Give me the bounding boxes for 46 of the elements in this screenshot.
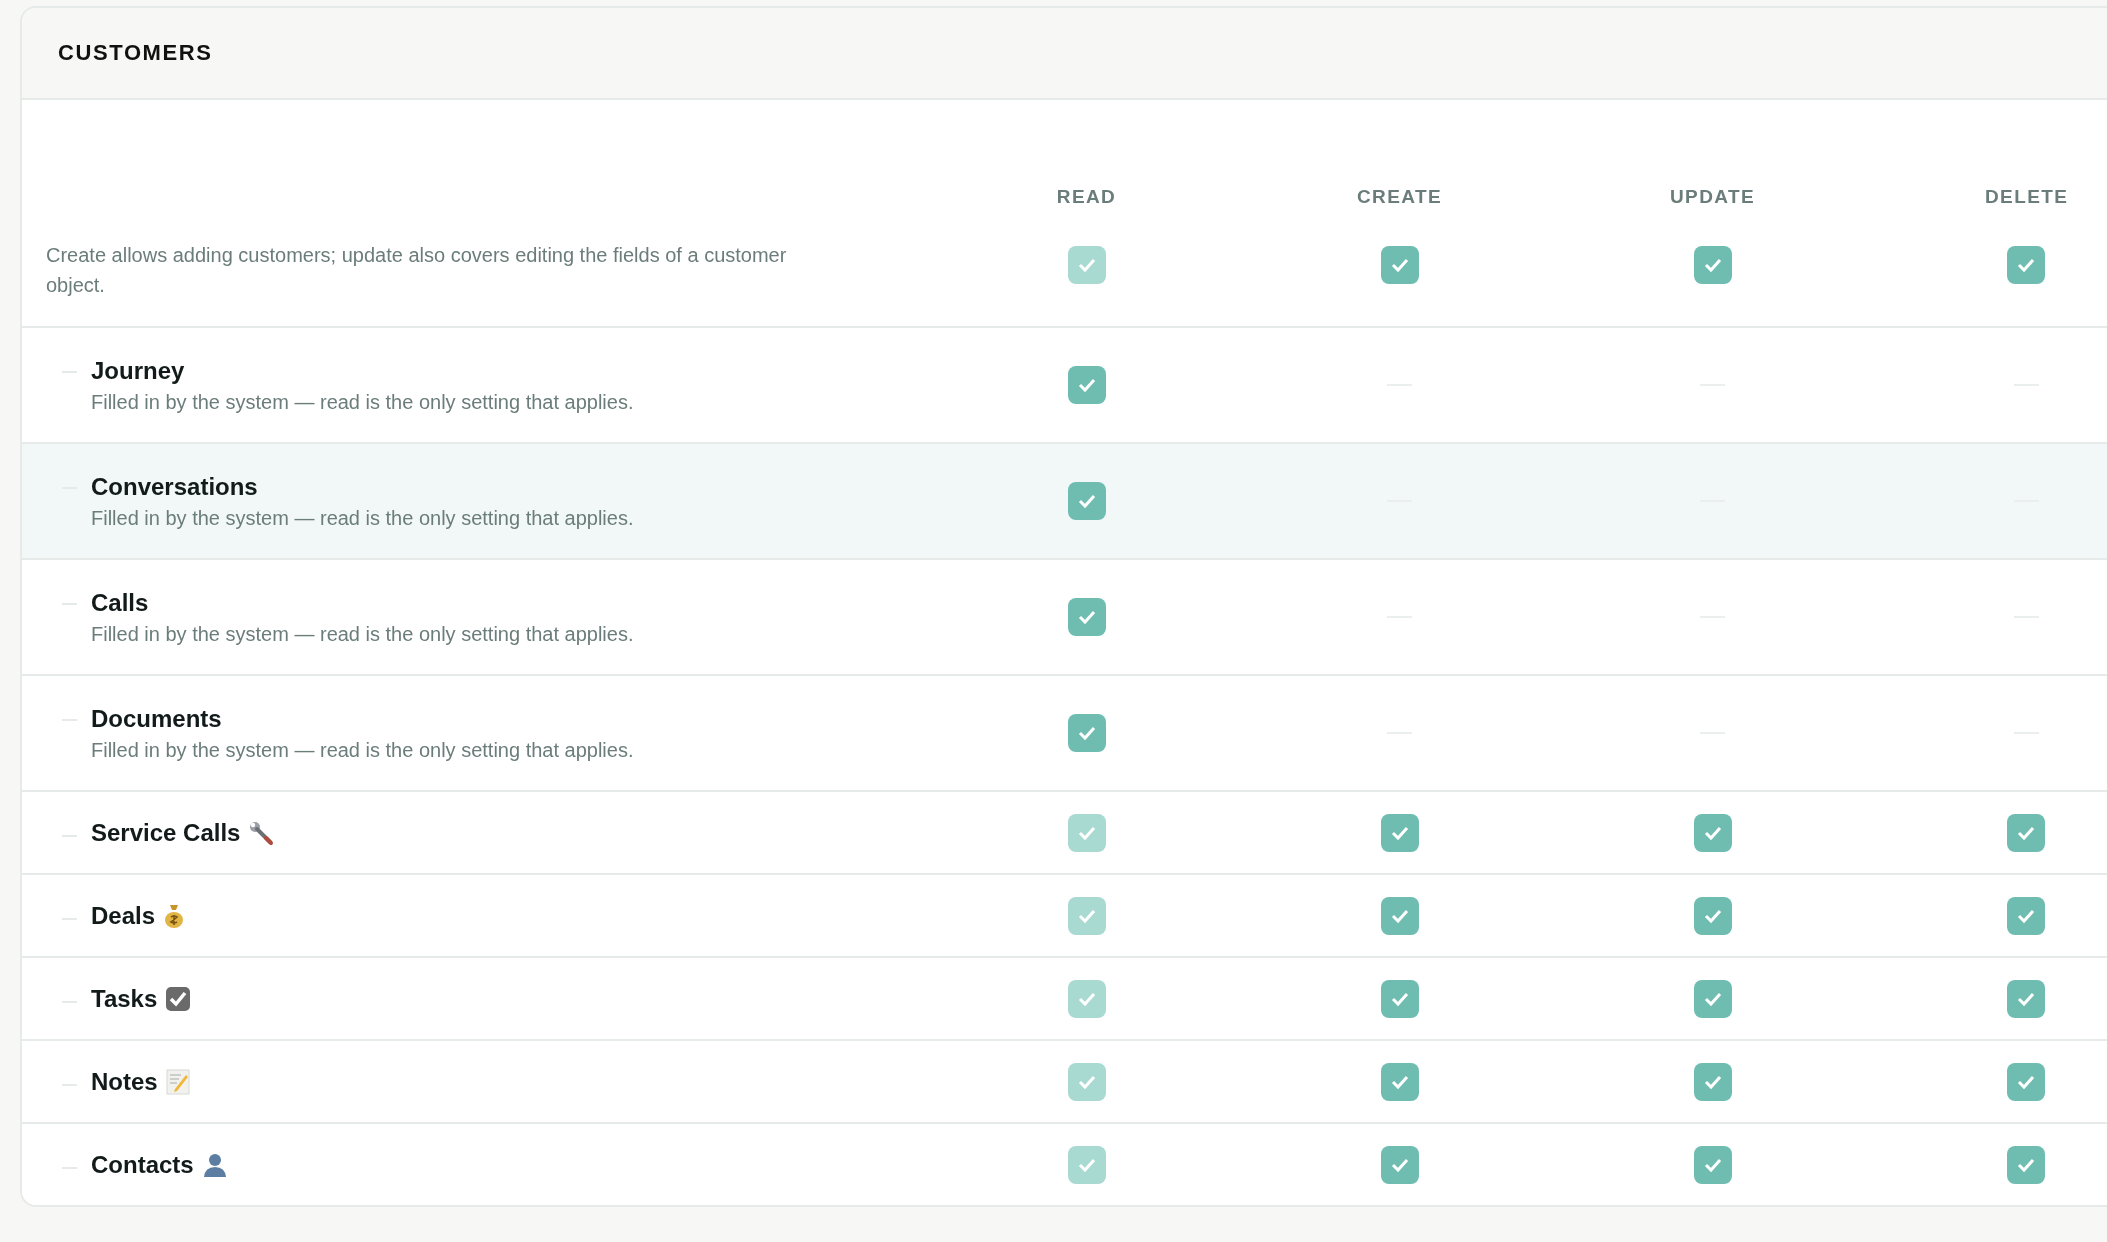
checkbox[interactable] — [1380, 246, 1419, 284]
entity-name: Calls — [91, 588, 149, 617]
entity-note: Filled in by the system — read is the only setting that applies. — [91, 738, 634, 762]
entity-note: Filled in by the system — read is the only setting that applies. — [91, 622, 634, 646]
checkbox[interactable] — [1380, 813, 1419, 852]
entity-name: Conversations — [91, 472, 258, 501]
entity-name: Journey — [91, 356, 185, 385]
checkbox[interactable] — [2007, 979, 2045, 1018]
description-text: Create allows adding customers; update also covers editing the fields of a customer object. — [45, 243, 788, 298]
checkbox[interactable] — [1693, 979, 1732, 1018]
wrench-icon — [248, 819, 275, 846]
entity-name: Notes — [91, 1067, 158, 1096]
column-header: CREATE — [1356, 186, 1443, 208]
checkbox[interactable] — [1380, 896, 1419, 935]
checkbox[interactable] — [2007, 1062, 2045, 1101]
entity-name: Service Calls — [91, 818, 241, 847]
checkbox[interactable] — [2007, 813, 2045, 852]
checkbox[interactable] — [1693, 1145, 1732, 1184]
checkbox[interactable] — [1067, 366, 1106, 404]
column-header: READ — [1056, 186, 1117, 208]
entity-name: Tasks — [91, 984, 158, 1013]
checkbox[interactable] — [1693, 246, 1732, 284]
checkbox[interactable] — [2007, 1145, 2045, 1184]
checkbox[interactable] — [1380, 1145, 1419, 1184]
entity-name: Documents — [91, 704, 222, 733]
checkbox[interactable] — [1380, 1062, 1419, 1101]
checkbox[interactable] — [1067, 482, 1106, 520]
checkbox[interactable] — [1067, 598, 1106, 636]
column-header: DELETE — [1985, 186, 2069, 208]
section-title: CUSTOMERS — [58, 40, 213, 66]
entity-name: Deals — [91, 901, 156, 930]
check-box-icon — [165, 985, 192, 1012]
column-header: UPDATE — [1669, 186, 1756, 208]
notepad-pencil-icon — [165, 1068, 190, 1095]
checkbox[interactable] — [2007, 246, 2045, 284]
money-bag-icon — [163, 902, 186, 929]
person-icon — [201, 1151, 228, 1178]
checkbox[interactable] — [1693, 896, 1732, 935]
checkbox[interactable] — [1693, 1062, 1732, 1101]
checkbox[interactable] — [1693, 813, 1732, 852]
entity-note: Filled in by the system — read is the only setting that applies. — [91, 506, 634, 530]
checkbox[interactable] — [1067, 714, 1106, 752]
entity-name: Contacts — [91, 1150, 194, 1179]
checkbox[interactable] — [1380, 979, 1419, 1018]
checkbox[interactable] — [2007, 896, 2045, 935]
entity-note: Filled in by the system — read is the only setting that applies. — [91, 390, 634, 414]
